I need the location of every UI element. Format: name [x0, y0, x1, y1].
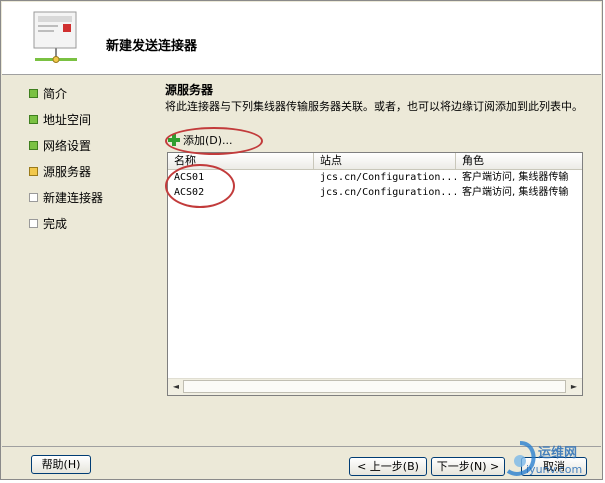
- add-plus-icon: [167, 133, 181, 147]
- site-watermark: 运维网 iyunv.com: [496, 439, 605, 483]
- table-row[interactable]: ACS02 jcs.cn/Configuration... 客户端访问, 集线器…: [168, 185, 582, 200]
- step-source-server[interactable]: 源服务器: [29, 163, 139, 189]
- step-label: 简介: [43, 87, 68, 101]
- cell-name: ACS02: [174, 187, 205, 198]
- step-label: 地址空间: [43, 113, 92, 127]
- add-button-label: 添加(D)...: [183, 134, 233, 147]
- step-done-icon: [29, 141, 38, 150]
- step-complete[interactable]: 完成: [29, 215, 139, 241]
- step-label: 新建连接器: [43, 191, 104, 205]
- table-row[interactable]: ACS01 jcs.cn/Configuration... 客户端访问, 集线器…: [168, 170, 582, 185]
- header-divider: [2, 74, 601, 75]
- column-header-name[interactable]: 名称: [168, 153, 314, 169]
- watermark-text: 运维网: [538, 446, 578, 461]
- cell-role: 客户端访问, 集线器传输: [462, 187, 569, 198]
- list-header: 名称 站点 角色: [168, 153, 582, 170]
- step-label: 网络设置: [43, 139, 92, 153]
- section-description: 将此连接器与下列集线器传输服务器关联。或者，也可以将边缘订阅添加到此列表中。: [165, 100, 583, 113]
- next-button[interactable]: 下一步(N) >: [431, 457, 505, 476]
- source-server-list[interactable]: 名称 站点 角色 ACS01 jcs.cn/Configuration... 客…: [167, 152, 583, 396]
- step-network-settings[interactable]: 网络设置: [29, 137, 139, 163]
- cell-site: jcs.cn/Configuration...: [320, 172, 456, 183]
- step-address-space[interactable]: 地址空间: [29, 111, 139, 137]
- list-rows: ACS01 jcs.cn/Configuration... 客户端访问, 集线器…: [168, 170, 582, 200]
- step-label: 源服务器: [43, 165, 92, 179]
- section-title: 源服务器: [165, 83, 214, 97]
- step-done-icon: [29, 115, 38, 124]
- connector-wizard-icon: [33, 11, 77, 63]
- step-pending-icon: [29, 219, 38, 228]
- scroll-left-icon[interactable]: ◄: [169, 380, 183, 393]
- scroll-right-icon[interactable]: ►: [567, 380, 581, 393]
- step-done-icon: [29, 89, 38, 98]
- watermark-subtext: iyunv.com: [526, 463, 583, 476]
- cell-name: ACS01: [174, 172, 205, 183]
- cell-site: jcs.cn/Configuration...: [320, 187, 456, 198]
- step-intro[interactable]: 简介: [29, 85, 139, 111]
- step-pending-icon: [29, 193, 38, 202]
- help-button[interactable]: 帮助(H): [31, 455, 91, 474]
- step-new-connector[interactable]: 新建连接器: [29, 189, 139, 215]
- column-header-site[interactable]: 站点: [314, 153, 456, 169]
- column-header-role[interactable]: 角色: [456, 153, 582, 169]
- wizard-header: 新建发送连接器: [2, 2, 601, 74]
- add-button[interactable]: 添加(D)...: [167, 132, 233, 148]
- scrollbar-thumb[interactable]: [183, 380, 566, 393]
- wizard-title: 新建发送连接器: [106, 39, 198, 54]
- back-button[interactable]: < 上一步(B): [349, 457, 427, 476]
- wizard-steps-nav: 简介 地址空间 网络设置 源服务器 新建连接器 完成: [29, 85, 139, 241]
- step-label: 完成: [43, 217, 68, 231]
- wizard-window: 新建发送连接器 简介 地址空间 网络设置 源服务器 新建连接器 完成 源服务器 …: [0, 0, 603, 480]
- horizontal-scrollbar[interactable]: ◄ ►: [168, 378, 582, 395]
- step-current-icon: [29, 167, 38, 176]
- cell-role: 客户端访问, 集线器传输: [462, 172, 569, 183]
